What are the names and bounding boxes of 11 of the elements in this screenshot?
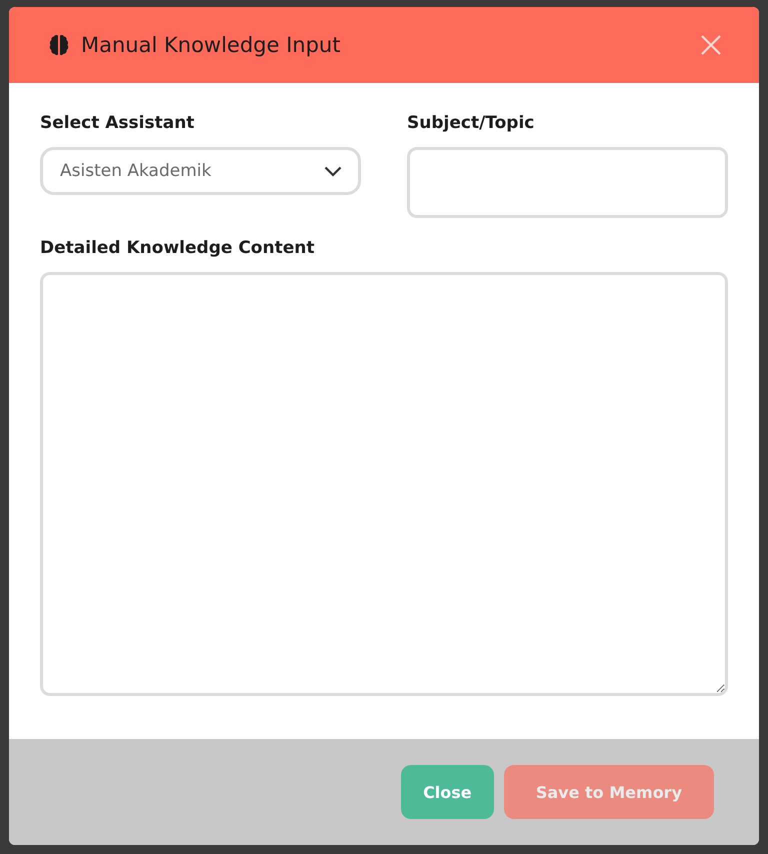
- dialog-title: Manual Knowledge Input: [81, 33, 342, 57]
- close-icon[interactable]: [701, 35, 721, 55]
- field-label: Subject/Topic: [407, 113, 536, 133]
- brain-icon: [47, 33, 71, 57]
- field-label: Select Assistant: [40, 113, 196, 133]
- field-label: Detailed Knowledge Content: [40, 238, 316, 258]
- content-textarea[interactable]: [40, 272, 728, 696]
- assistant-select[interactable]: Asisten Akademik: [40, 147, 361, 195]
- close-button[interactable]: Close: [400, 765, 494, 819]
- chevron-down-icon: [324, 166, 342, 176]
- subject-input[interactable]: [407, 147, 728, 218]
